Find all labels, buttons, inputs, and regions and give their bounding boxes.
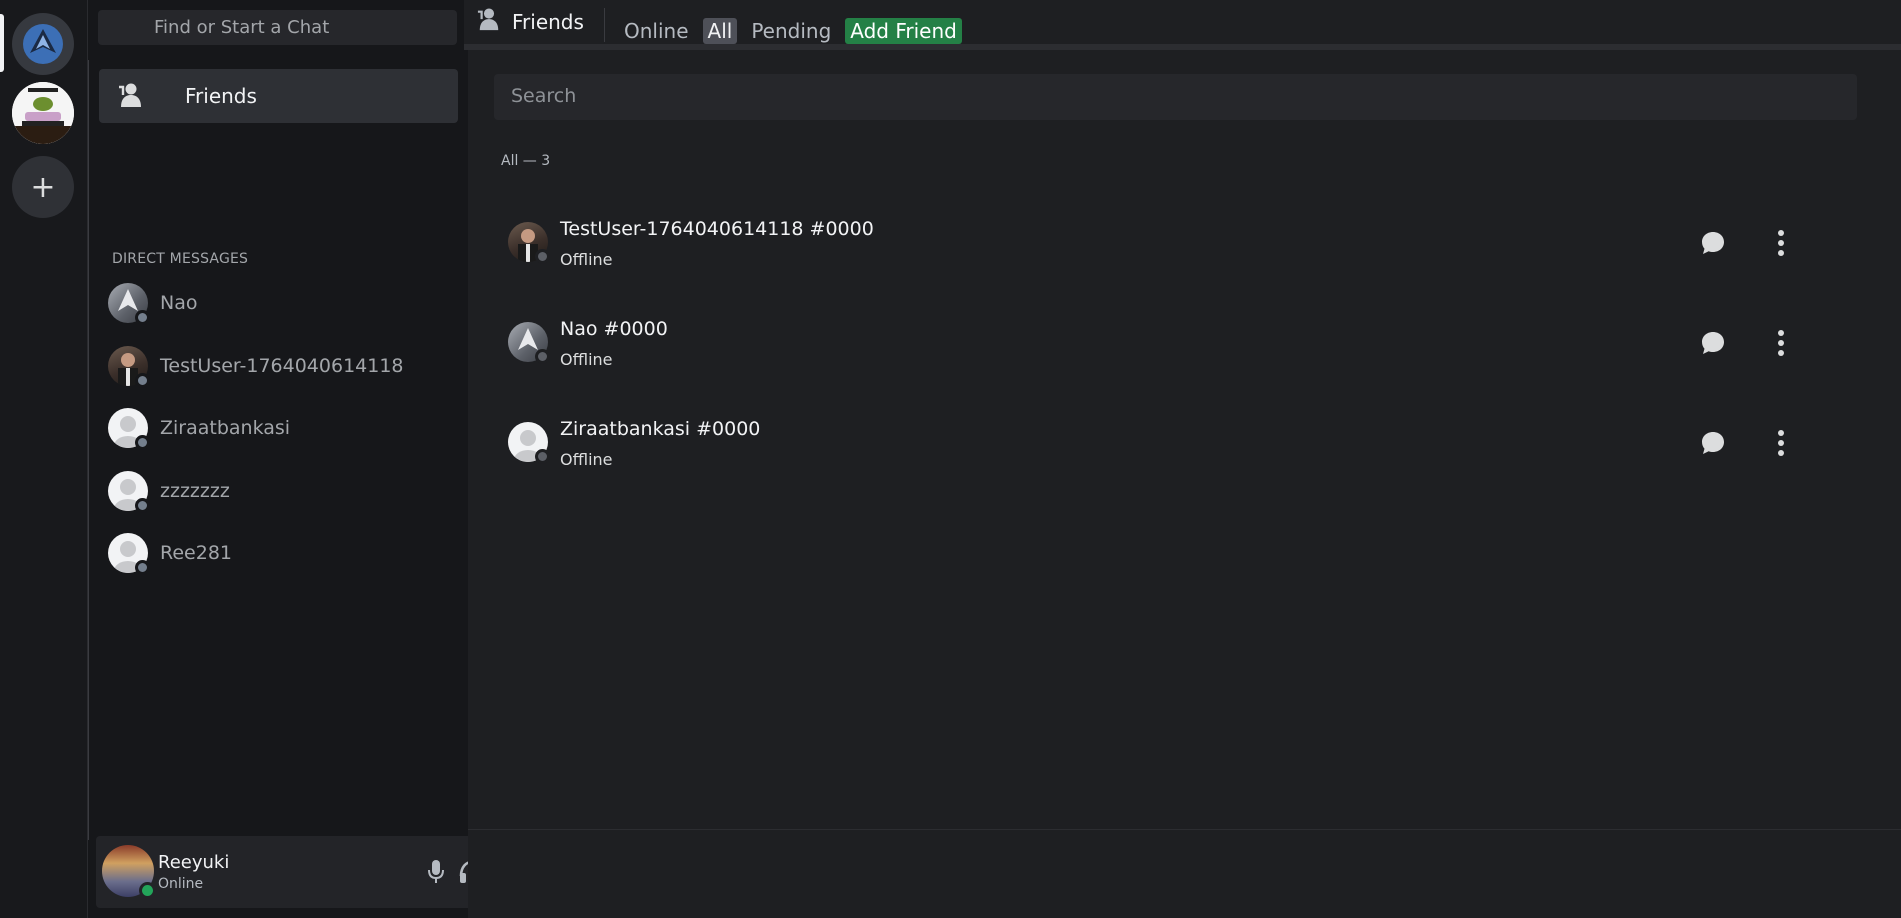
friends-header-bar: Friends Online All Pending Add Friend	[464, 0, 1901, 50]
status-dot	[535, 249, 550, 264]
message-bubble-icon[interactable]	[1698, 228, 1728, 258]
friend-row[interactable]: Nao #0000 Offline	[508, 290, 1863, 390]
dm-list: Nao TestUser-1764040614118 Ziraatbankasi	[108, 272, 458, 585]
message-bubble-icon[interactable]	[1698, 428, 1728, 458]
more-options-icon[interactable]	[1766, 428, 1796, 458]
add-friend-button[interactable]: Add Friend	[845, 18, 962, 44]
selected-server-indicator	[0, 14, 4, 72]
avatar	[108, 345, 150, 388]
dm-item[interactable]: Ziraatbankasi	[108, 397, 458, 460]
status-dot	[135, 560, 150, 576]
dm-name: Ree281	[160, 542, 232, 565]
guild-server-icon[interactable]	[12, 82, 74, 144]
friend-status: Offline	[560, 250, 613, 269]
avatar	[508, 322, 550, 364]
dm-name: TestUser-1764040614118	[160, 354, 404, 377]
more-options-icon[interactable]	[1766, 328, 1796, 358]
friend-name: TestUser-1764040614118 #0000	[560, 218, 874, 240]
message-bubble-icon[interactable]	[1698, 328, 1728, 358]
page-title: Friends	[512, 10, 584, 34]
dm-sidebar: Find or Start a Chat Friends DIRECT MESS…	[88, 0, 546, 918]
direct-messages-header: DIRECT MESSAGES	[112, 251, 249, 267]
status-dot	[135, 372, 150, 388]
tab-all[interactable]: All	[702, 18, 738, 44]
server-rail: +	[0, 0, 88, 918]
avatar	[108, 533, 150, 576]
friend-row[interactable]: TestUser-1764040614118 #0000 Offline	[508, 190, 1863, 290]
dm-item[interactable]: Ree281	[108, 522, 458, 585]
dm-item[interactable]: zzzzzzz	[108, 460, 458, 523]
app-window: + Find or Start a Chat Friends DIRECT ME…	[0, 0, 1901, 918]
plus-icon: +	[30, 169, 56, 205]
header-title: Friends	[476, 8, 584, 36]
friends-nav-label: Friends	[185, 84, 257, 108]
status-dot	[535, 449, 550, 464]
avatar	[108, 283, 150, 326]
tab-pending[interactable]: Pending	[746, 18, 836, 44]
sidebar-divider	[88, 60, 89, 840]
friend-status: Offline	[560, 350, 613, 369]
user-avatar[interactable]	[102, 845, 156, 899]
friends-tabs: Online All Pending Add Friend	[619, 18, 971, 44]
friends-count-label: All — 3	[501, 153, 551, 169]
avatar	[508, 422, 550, 464]
friends-icon	[476, 8, 502, 36]
status-dot	[135, 497, 150, 513]
add-server-button[interactable]: +	[12, 156, 74, 218]
bottom-divider	[468, 829, 1901, 830]
more-options-icon[interactable]	[1766, 228, 1796, 258]
home-server-icon[interactable]	[12, 13, 74, 75]
username: Reeyuki	[158, 852, 230, 873]
friends-list: TestUser-1764040614118 #0000 Offline Nao…	[508, 190, 1863, 490]
user-status: Online	[158, 876, 204, 892]
online-status-dot	[139, 882, 156, 899]
status-dot	[135, 435, 150, 451]
dm-name: zzzzzzz	[160, 479, 230, 502]
find-chat-input[interactable]: Find or Start a Chat	[98, 10, 457, 45]
dm-item[interactable]: TestUser-1764040614118	[108, 335, 458, 398]
friend-name: Ziraatbankasi #0000	[560, 418, 761, 440]
friends-icon	[117, 83, 157, 109]
dm-name: Ziraatbankasi	[160, 417, 291, 440]
microphone-icon[interactable]	[422, 858, 450, 886]
friend-row[interactable]: Ziraatbankasi #0000 Offline	[508, 390, 1863, 490]
friend-name: Nao #0000	[560, 318, 668, 340]
header-divider	[604, 8, 605, 42]
dm-name: Nao	[160, 292, 198, 315]
tab-online[interactable]: Online	[619, 18, 694, 44]
friends-search-input[interactable]: Search	[494, 74, 1857, 120]
status-dot	[135, 310, 150, 326]
status-dot	[535, 349, 550, 364]
avatar	[108, 408, 150, 451]
main-panel: Friends Online All Pending Add Friend Se…	[464, 0, 1901, 918]
friends-nav-item[interactable]: Friends	[99, 69, 458, 123]
avatar	[508, 222, 550, 264]
dm-item[interactable]: Nao	[108, 272, 458, 335]
avatar	[108, 470, 150, 513]
friend-status: Offline	[560, 450, 613, 469]
